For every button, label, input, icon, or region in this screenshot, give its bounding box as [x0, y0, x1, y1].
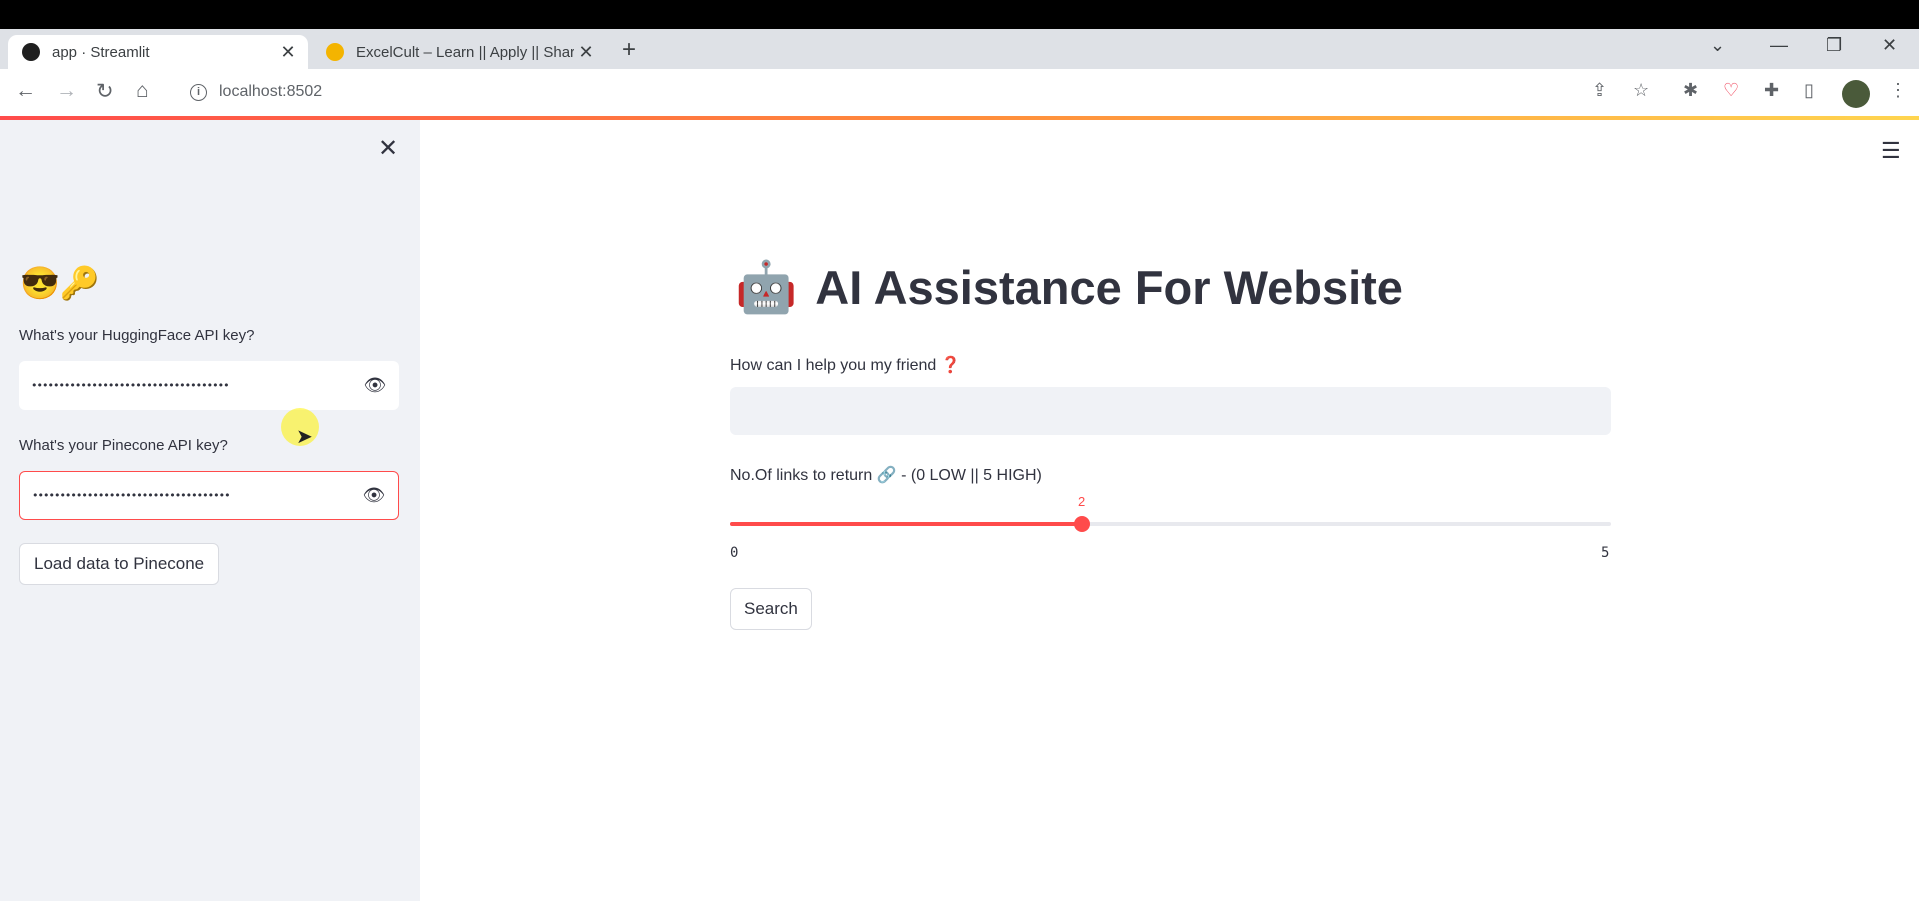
question-label: How can I help you my friend ❓: [730, 357, 961, 374]
tab-label: ExcelCult – Learn || Apply || Share: [356, 43, 574, 61]
slider-value: 2: [1078, 494, 1086, 509]
links-slider-track[interactable]: [730, 516, 1611, 532]
huggingface-key-label: What's your HuggingFace API key?: [19, 327, 255, 344]
page-title-row: 🤖 AI Assistance For Website: [735, 258, 1403, 317]
close-sidebar-icon[interactable]: ✕: [378, 134, 398, 163]
restore-icon[interactable]: ❐: [1826, 35, 1842, 56]
minimize-icon[interactable]: —: [1770, 35, 1788, 56]
site-info-icon[interactable]: i: [190, 83, 207, 101]
load-data-button[interactable]: Load data to Pinecone: [19, 543, 220, 585]
close-window-icon[interactable]: ✕: [1882, 35, 1897, 56]
page-title: AI Assistance For Website: [815, 261, 1403, 314]
pinecone-key-value: ••••••••••••••••••••••••••••••••••••: [32, 489, 231, 502]
puzzle-icon[interactable]: ✚: [1764, 80, 1779, 101]
address-bar[interactable]: i localhost:8502: [178, 76, 1648, 108]
hamburger-menu-icon[interactable]: ☰: [1881, 138, 1901, 164]
new-tab-plus-icon[interactable]: +: [622, 36, 636, 64]
side-panel-icon[interactable]: ▯: [1804, 80, 1814, 101]
main-content: ☰ 🤖 AI Assistance For Website How can I …: [420, 120, 1919, 901]
robot-icon: 🤖: [735, 259, 798, 315]
sidebar: ✕ 😎🔑 What's your HuggingFace API key? ••…: [0, 120, 420, 901]
share-icon[interactable]: ⇪: [1592, 80, 1607, 101]
eye-icon[interactable]: 👁: [351, 375, 399, 396]
screen: app · Streamlit ✕ ExcelCult – Learn || A…: [0, 0, 1919, 901]
slider-max-label: 5: [1601, 545, 1610, 561]
more-menu-icon[interactable]: ⋮: [1889, 80, 1907, 101]
bug-extension-icon[interactable]: ✱: [1683, 80, 1698, 101]
tab-streamlit-app[interactable]: app · Streamlit ✕: [8, 35, 308, 69]
slider-min-label: 0: [730, 545, 739, 561]
links-slider-label: No.Of links to return 🔗 - (0 LOW || 5 HI…: [730, 467, 1042, 484]
browser-toolbar: ← → ↻ ⌂ i localhost:8502 ⇪ ☆ ✱ ♡ ✚ ▯ ⋮: [0, 69, 1919, 116]
tab-close-icon[interactable]: ✕: [276, 42, 300, 63]
pocket-icon[interactable]: ♡: [1723, 80, 1739, 101]
tab-excelcult[interactable]: ExcelCult – Learn || Apply || Share ✕: [318, 35, 606, 69]
excelcult-favicon-icon: [326, 43, 344, 61]
search-button[interactable]: Search: [730, 588, 812, 630]
pinecone-key-label: What's your Pinecone API key?: [19, 437, 228, 454]
slider-fill: [730, 522, 1082, 526]
question-input[interactable]: [730, 387, 1611, 435]
home-icon[interactable]: ⌂: [136, 79, 149, 103]
star-icon[interactable]: ☆: [1633, 80, 1649, 101]
eye-icon[interactable]: 👁: [350, 485, 398, 506]
mouse-pointer-icon: ➤: [296, 426, 313, 448]
forward-arrow-icon[interactable]: →: [56, 79, 77, 103]
address-url: localhost:8502: [219, 83, 323, 100]
tab-label: app · Streamlit: [52, 43, 150, 61]
slider-thumb[interactable]: [1074, 516, 1090, 532]
profile-avatar[interactable]: [1842, 80, 1870, 108]
reload-icon[interactable]: ↻: [96, 79, 114, 104]
streamlit-favicon-icon: [22, 43, 40, 61]
tab-search-chevron-icon[interactable]: ⌄: [1710, 35, 1725, 56]
tab-close-icon[interactable]: ✕: [574, 42, 598, 63]
pinecone-key-field[interactable]: •••••••••••••••••••••••••••••••••••• 👁: [19, 471, 399, 520]
browser-tab-strip: app · Streamlit ✕ ExcelCult – Learn || A…: [0, 29, 1919, 69]
back-arrow-icon[interactable]: ←: [15, 79, 36, 103]
huggingface-key-value: ••••••••••••••••••••••••••••••••••••: [31, 379, 230, 392]
huggingface-key-field[interactable]: •••••••••••••••••••••••••••••••••••• 👁: [19, 361, 399, 410]
sidebar-emoji: 😎🔑: [20, 265, 100, 301]
